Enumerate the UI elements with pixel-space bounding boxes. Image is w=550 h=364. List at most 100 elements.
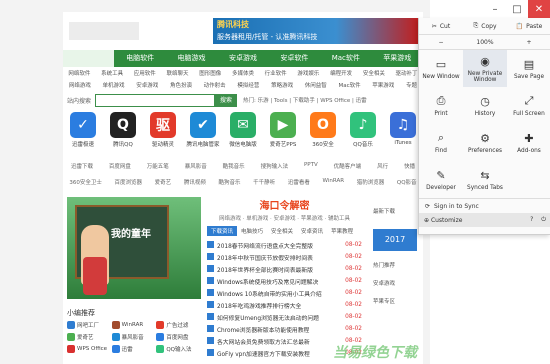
news-title[interactable]: 海口令解密	[207, 197, 362, 212]
quick-link[interactable]: 快播	[404, 162, 415, 174]
menu-item-preferences[interactable]: ⚙ Preferences	[463, 124, 507, 161]
right-col-item[interactable]: 热门推荐	[373, 261, 421, 269]
subnav-link[interactable]: 驱动补丁	[396, 68, 418, 80]
subnav-link[interactable]: 专题	[406, 80, 417, 92]
nav-item[interactable]: 电脑软件	[114, 50, 165, 67]
menu-item-full-screen[interactable]: ⤢ Full Screen	[507, 87, 550, 124]
ad-banner[interactable]: 腾讯科技 服务器租用/托管 - 认准腾讯科技	[213, 18, 418, 44]
recommend-item[interactable]: 网吧工厂	[67, 321, 112, 329]
subnav-link[interactable]: 动作射击	[204, 80, 226, 92]
news-row[interactable]: 2018年中秋节国庆节放假安排时间表 08-02	[207, 251, 362, 263]
app-tile[interactable]: ▶ 爱奇艺PPS	[267, 112, 299, 156]
quick-link[interactable]: 酷狗音乐	[219, 178, 241, 190]
minimize-button[interactable]: –	[484, 0, 506, 18]
news-row[interactable]: 2018春节网络流行语盘点大全完整版 08-02	[207, 239, 362, 251]
subnav-link[interactable]: 系统工具	[101, 68, 123, 80]
app-tile[interactable]: O 360安全	[307, 112, 339, 156]
quick-link[interactable]: 风行	[377, 162, 388, 174]
sign-in-sync[interactable]: ⟳ Sign in to Sync	[419, 198, 550, 213]
quick-link[interactable]: 腾讯视频	[184, 178, 206, 190]
news-tab[interactable]: 电脑技巧	[237, 226, 267, 236]
help-icon[interactable]: ?	[530, 216, 533, 223]
zoom-in-button[interactable]: +	[507, 39, 550, 46]
copy-button[interactable]: ⎘ Copy	[463, 18, 507, 34]
news-row[interactable]: Windows系统使用技巧及常见问题解决 08-02	[207, 275, 362, 287]
subnav-link[interactable]: 图形图像	[199, 68, 221, 80]
recommend-item[interactable]: 暴风影音	[111, 333, 157, 341]
recommend-item[interactable]: 爱奇艺	[67, 333, 112, 341]
subnav-link[interactable]: 游戏娱乐	[297, 68, 319, 80]
quick-link[interactable]: QQ影音	[397, 178, 417, 190]
app-tile[interactable]: 驱驱动精灵	[147, 112, 179, 156]
menu-item-developer[interactable]: ✎ Developer	[419, 161, 463, 198]
menu-item-new-window[interactable]: ▭ New Window	[419, 50, 463, 87]
subnav-link[interactable]: 苹果游戏	[372, 80, 394, 92]
nav-item[interactable]: 苹果游戏	[372, 50, 423, 67]
app-tile[interactable]: ✓ 迅雷极速	[67, 112, 99, 156]
recommend-item[interactable]: WinRAR	[111, 321, 157, 329]
quick-link[interactable]: 暴风影音	[185, 162, 207, 174]
right-col-item[interactable]: 最新下载	[373, 207, 421, 215]
hero-image[interactable]: 我的童年	[67, 197, 201, 299]
nav-item[interactable]: 安卓游戏	[217, 50, 268, 67]
subnav-link[interactable]: 多媒体类	[232, 68, 254, 80]
app-tile[interactable]: ♪ QQ音乐	[347, 112, 379, 156]
subnav-link[interactable]: Mac软件	[338, 80, 360, 92]
quick-link[interactable]: 优酷客户端	[334, 162, 362, 174]
news-row[interactable]: 2018年世界杯全部比赛时间表最新版 08-02	[207, 263, 362, 275]
quick-link[interactable]: WinRAR	[323, 178, 345, 190]
quick-link[interactable]: 迅雷看看	[288, 178, 310, 190]
subnav-link[interactable]: 编程开发	[330, 68, 352, 80]
hot-search-links[interactable]: 热门: 乐游 | Tools | 下载助手 | WPS Office | 迅雷	[243, 96, 367, 104]
zoom-level[interactable]: 100%	[463, 39, 507, 46]
quick-link[interactable]: 爱奇艺	[155, 178, 172, 190]
menu-item-add-ons[interactable]: ✚ Add-ons	[507, 124, 550, 161]
quick-link[interactable]: 千千静听	[253, 178, 275, 190]
menu-item-synced-tabs[interactable]: ⇆ Synced Tabs	[463, 161, 507, 198]
nav-item[interactable]: 安卓软件	[269, 50, 320, 67]
nav-home[interactable]	[63, 50, 115, 67]
maximize-button[interactable]: □	[506, 0, 528, 18]
quick-link[interactable]: 万能五笔	[147, 162, 169, 174]
quick-link[interactable]: 迅雷下载	[71, 162, 93, 174]
quit-icon[interactable]: ⏻	[541, 216, 546, 223]
quick-link[interactable]: 搜狗输入法	[261, 162, 289, 174]
subnav-link[interactable]: 应用软件	[134, 68, 156, 80]
news-row[interactable]: Windows 10系统自带的实用小工具介绍 08-02	[207, 287, 362, 299]
subnav-link[interactable]: 策略游戏	[271, 80, 293, 92]
app-tile[interactable]: ✉ 微信电脑版	[227, 112, 259, 156]
news-tab[interactable]: 安全相关	[267, 226, 297, 236]
app-tile[interactable]: ♫ iTunes	[387, 112, 419, 156]
subnav-link[interactable]: 模拟经营	[237, 80, 259, 92]
paste-button[interactable]: 📋 Paste	[507, 18, 550, 34]
recommend-item[interactable]: 百度网盘	[156, 333, 201, 341]
cut-button[interactable]: ✂ Cut	[419, 18, 463, 34]
subnav-link[interactable]: 单机游戏	[103, 80, 125, 92]
recommend-item[interactable]: 迅雷	[111, 345, 157, 353]
zoom-out-button[interactable]: −	[419, 39, 463, 46]
search-input[interactable]	[95, 93, 215, 107]
news-tab[interactable]: 下载资讯	[207, 226, 238, 236]
site-logo[interactable]	[69, 22, 139, 40]
news-tab[interactable]: 安卓资讯	[297, 226, 327, 236]
search-button[interactable]: 搜索	[215, 93, 237, 107]
subnav-link[interactable]: 行业软件	[265, 68, 287, 80]
nav-item[interactable]: Mac软件	[320, 50, 371, 67]
right-col-item[interactable]: 安卓游戏	[373, 279, 421, 287]
quick-link[interactable]: 百度浏览器	[114, 178, 142, 190]
nav-item[interactable]: 电脑游戏	[166, 50, 217, 67]
menu-item-print[interactable]: ⎙ Print	[419, 87, 463, 124]
news-tab[interactable]: 苹果教程	[327, 226, 357, 236]
quick-link[interactable]: 百度网盘	[109, 162, 131, 174]
menu-item-find[interactable]: ⌕ Find	[419, 124, 463, 161]
quick-link[interactable]: 360安全卫士	[69, 178, 102, 190]
subnav-link[interactable]: 联络聊天	[167, 68, 189, 80]
news-row[interactable]: 如何修复Umeng浏览器无法启动的问题 08-02	[207, 311, 362, 323]
app-tile[interactable]: Q 腾讯QQ	[107, 112, 139, 156]
app-tile[interactable]: ✔ 腾讯电脑管家	[187, 112, 220, 156]
subnav-link[interactable]: 网络游戏	[69, 80, 91, 92]
close-button[interactable]: ✕	[528, 0, 550, 18]
news-row[interactable]: Chrome浏览器新版本功能使用教程 08-02	[207, 323, 362, 335]
menu-item-new-private-window[interactable]: ◉ New Private Window	[463, 50, 507, 87]
quick-link[interactable]: PPTV	[304, 162, 318, 174]
